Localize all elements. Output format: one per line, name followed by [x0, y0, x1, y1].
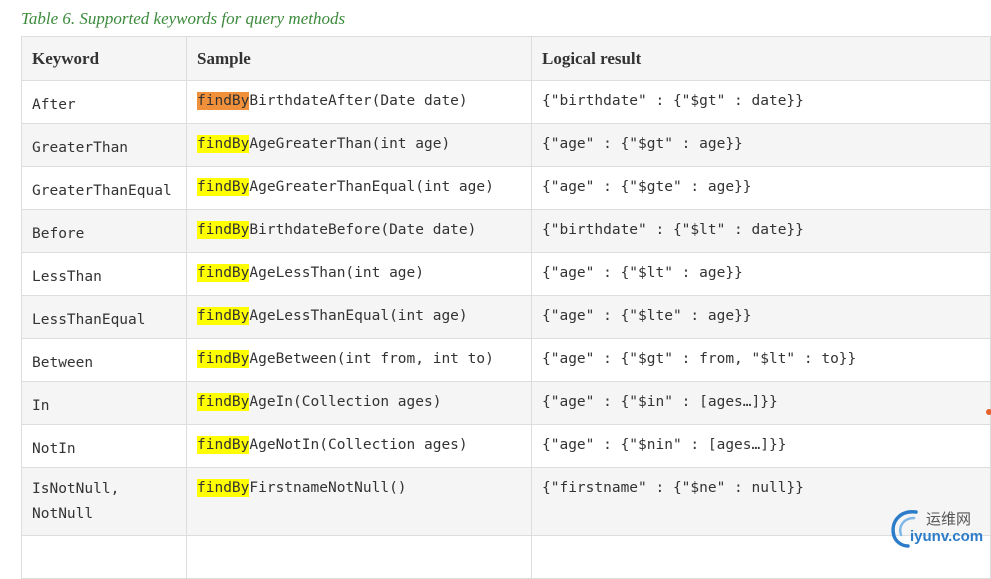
table-row: IsNotNull, NotNull findByFirstnameNotNul…	[21, 467, 991, 536]
result-cell: {"age" : {"$gte" : age}}	[531, 166, 991, 210]
findby-highlight: findBy	[197, 221, 250, 239]
keyword-cell: In	[21, 381, 187, 425]
keyword-cell: Before	[21, 209, 187, 253]
keyword-cell: GreaterThanEqual	[21, 166, 187, 210]
sample-cell: findByFirstnameNotNull()	[186, 467, 532, 536]
keyword-cell: NotIn	[21, 424, 187, 468]
findby-highlight: findBy	[197, 436, 250, 454]
keyword-text: Before	[32, 226, 85, 242]
keyword-text: GreaterThan	[32, 140, 129, 156]
keyword-cell: GreaterThan	[21, 123, 187, 167]
keyword-text: Between	[32, 355, 94, 371]
scroll-marker	[986, 409, 991, 415]
findby-highlight: findBy	[197, 264, 250, 282]
method-text: AgeLessThanEqual(int age)	[249, 308, 468, 324]
watermark-url: iyunv.com	[910, 528, 984, 545]
watermark-logo: 运维网 iyunv.com	[886, 506, 986, 550]
findby-highlight: findBy	[197, 307, 250, 325]
result-cell: {"age" : {"$gt" : from, "$lt" : to}}	[531, 338, 991, 382]
keyword-text: NotIn	[32, 441, 76, 457]
table-row: After findByBirthdateAfter(Date date) {"…	[21, 80, 991, 124]
sample-cell: findByBirthdateAfter(Date date)	[186, 80, 532, 124]
keyword-cell: Between	[21, 338, 187, 382]
sample-cell: findByAgeLessThan(int age)	[186, 252, 532, 296]
keyword-cell: LessThanEqual	[21, 295, 187, 339]
table-row: LessThan findByAgeLessThan(int age) {"ag…	[21, 252, 991, 296]
method-text: AgeGreaterThanEqual(int age)	[249, 179, 494, 195]
table-row: NotIn findByAgeNotIn(Collection ages) {"…	[21, 424, 991, 468]
keyword-cell: IsNotNull, NotNull	[21, 467, 187, 536]
findby-highlight: findBy	[197, 393, 250, 411]
result-cell: {"age" : {"$in" : [ages…]}}	[531, 381, 991, 425]
keyword-text: IsNotNull, NotNull	[32, 481, 120, 522]
keyword-cell: After	[21, 80, 187, 124]
keyword-text: After	[32, 97, 76, 113]
method-text: AgeBetween(int from, int to)	[249, 351, 494, 367]
findby-highlight: findBy	[197, 92, 250, 110]
table-header-row: Keyword Sample Logical result	[21, 36, 991, 81]
method-text: AgeNotIn(Collection ages)	[249, 437, 468, 453]
table-row: Before findByBirthdateBefore(Date date) …	[21, 209, 991, 253]
table-row	[21, 535, 991, 579]
method-text: FirstnameNotNull()	[249, 480, 407, 496]
header-sample: Sample	[186, 36, 532, 81]
result-cell: {"age" : {"$lt" : age}}	[531, 252, 991, 296]
sample-cell: findByAgeGreaterThanEqual(int age)	[186, 166, 532, 210]
method-text: AgeGreaterThan(int age)	[249, 136, 451, 152]
keyword-text: LessThan	[32, 269, 102, 285]
table-caption: Table 6. Supported keywords for query me…	[21, 9, 346, 28]
findby-highlight: findBy	[197, 135, 250, 153]
result-cell: {"age" : {"$lte" : age}}	[531, 295, 991, 339]
keyword-cell	[21, 535, 187, 579]
result-cell: {"birthdate" : {"$gt" : date}}	[531, 80, 991, 124]
sample-cell: findByBirthdateBefore(Date date)	[186, 209, 532, 253]
keyword-text: LessThanEqual	[32, 312, 146, 328]
table-row: GreaterThan findByAgeGreaterThan(int age…	[21, 123, 991, 167]
method-text: BirthdateBefore(Date date)	[249, 222, 477, 238]
sample-cell: findByAgeBetween(int from, int to)	[186, 338, 532, 382]
result-cell: {"birthdate" : {"$lt" : date}}	[531, 209, 991, 253]
result-cell: {"age" : {"$nin" : [ages…]}}	[531, 424, 991, 468]
method-text: AgeLessThan(int age)	[249, 265, 424, 281]
sample-cell: findByAgeLessThanEqual(int age)	[186, 295, 532, 339]
keyword-text: In	[32, 398, 50, 414]
findby-highlight: findBy	[197, 479, 250, 497]
sample-cell: findByAgeIn(Collection ages)	[186, 381, 532, 425]
table-row: In findByAgeIn(Collection ages) {"age" :…	[21, 381, 991, 425]
method-text: BirthdateAfter(Date date)	[249, 93, 468, 109]
keyword-text: GreaterThanEqual	[32, 183, 172, 199]
keywords-table: Keyword Sample Logical result After find…	[21, 36, 991, 579]
header-logical-result: Logical result	[531, 36, 991, 81]
method-text: AgeIn(Collection ages)	[249, 394, 442, 410]
result-cell: {"age" : {"$gt" : age}}	[531, 123, 991, 167]
findby-highlight: findBy	[197, 350, 250, 368]
sample-cell: findByAgeGreaterThan(int age)	[186, 123, 532, 167]
sample-cell: findByAgeNotIn(Collection ages)	[186, 424, 532, 468]
sample-cell	[186, 535, 532, 579]
table-row: LessThanEqual findByAgeLessThanEqual(int…	[21, 295, 991, 339]
table-row: GreaterThanEqual findByAgeGreaterThanEqu…	[21, 166, 991, 210]
header-keyword: Keyword	[21, 36, 187, 81]
keyword-cell: LessThan	[21, 252, 187, 296]
watermark-cn: 运维网	[926, 510, 972, 528]
findby-highlight: findBy	[197, 178, 250, 196]
table-row: Between findByAgeBetween(int from, int t…	[21, 338, 991, 382]
